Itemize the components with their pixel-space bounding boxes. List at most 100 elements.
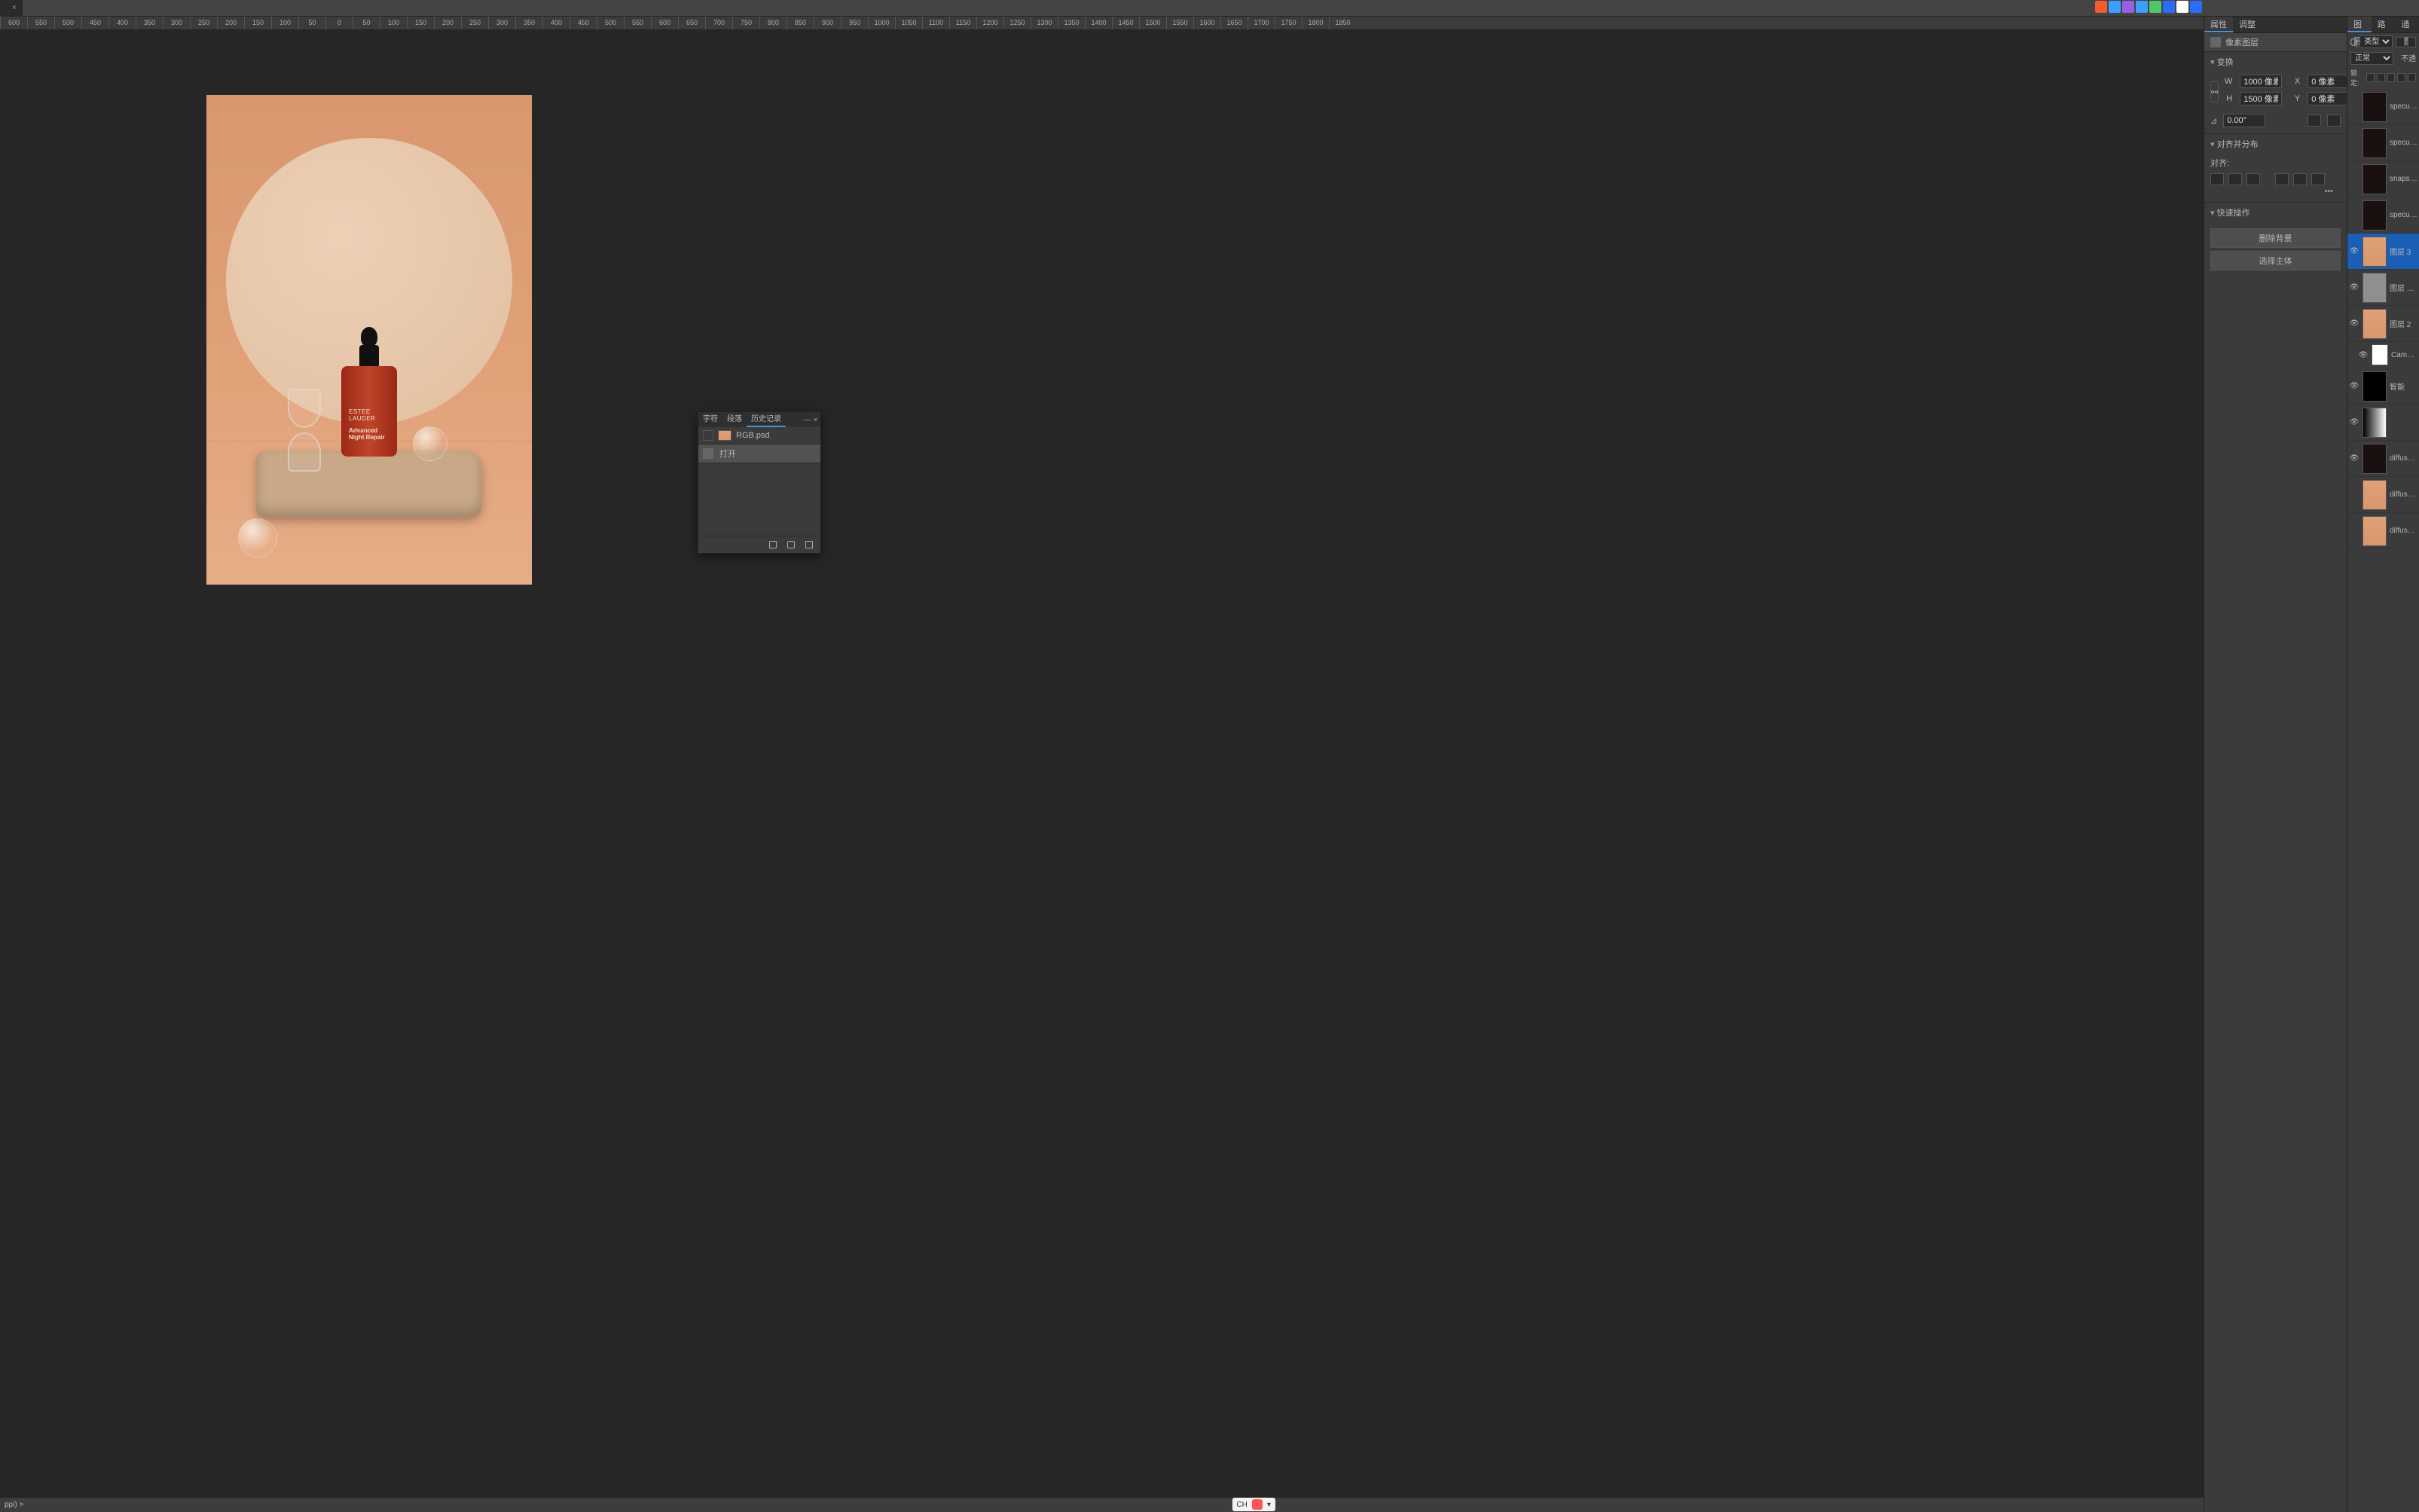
history-step[interactable]: 打开 (698, 444, 820, 463)
collapse-icon[interactable]: — (804, 412, 811, 427)
layer-item[interactable]: 👁 图层 2 拷 (2347, 270, 2419, 306)
layer-name[interactable]: specular_al (2390, 211, 2417, 219)
tab-paths[interactable]: 通道 (2395, 17, 2419, 32)
layer-name[interactable]: specular_in (2390, 102, 2417, 111)
delete-state-icon[interactable] (804, 539, 814, 550)
status-left[interactable]: ppi) > (5, 1501, 23, 1509)
layer-name[interactable]: diffuse_dir (2390, 490, 2417, 499)
section-quick-title[interactable]: 快速操作 (2204, 203, 2347, 222)
new-doc-from-state-icon[interactable] (768, 539, 778, 550)
layers-list[interactable]: specular_in specular_di snapshot 0 specular… (2347, 89, 2419, 1512)
tab-paragraph[interactable]: 段落 (722, 412, 747, 427)
layer-item[interactable]: specular_di (2347, 125, 2419, 161)
layer-item[interactable]: 👁 图层 3 (2347, 234, 2419, 270)
layer-filter-select[interactable]: 类型 (2359, 35, 2393, 48)
section-transform-title[interactable]: 变换 (2204, 52, 2347, 72)
lock-all-icon[interactable] (2408, 73, 2416, 82)
history-panel[interactable]: 字符 段落 历史记录 — × RGB.psd (698, 411, 821, 554)
tab-adjustments[interactable]: 调整 (2233, 17, 2262, 32)
layer-name[interactable]: diffuse_alb (2390, 527, 2417, 535)
remove-background-button[interactable]: 删除背景 (2210, 228, 2341, 248)
layer-thumbnail[interactable] (2362, 516, 2387, 546)
flip-vertical-icon[interactable] (2327, 115, 2341, 127)
visibility-toggle-icon[interactable]: 👁 (2349, 319, 2359, 328)
align-right-icon[interactable] (2246, 173, 2260, 185)
flip-horizontal-icon[interactable] (2308, 115, 2321, 127)
layer-thumbnail[interactable] (2362, 273, 2387, 303)
layer-name[interactable]: 图层 2 (2390, 318, 2417, 329)
link-wh-icon[interactable]: ⚯ (2210, 81, 2219, 102)
layer-name[interactable]: diffuse_ind (2390, 454, 2417, 463)
blend-mode-select[interactable]: 正常 (2350, 52, 2393, 65)
canvas-stage[interactable]: ESTEE LAUDER Advanced Night Repair 字符 段落… (0, 30, 2204, 1497)
tab-history[interactable]: 历史记录 (747, 412, 786, 427)
layer-thumbnail[interactable] (2362, 200, 2387, 231)
angle-input[interactable] (2223, 114, 2265, 127)
align-left-icon[interactable] (2210, 173, 2224, 185)
layer-item[interactable]: specular_in (2347, 89, 2419, 125)
align-hcenter-icon[interactable] (2228, 173, 2242, 185)
tab-character[interactable]: 字符 (698, 412, 722, 427)
layer-name[interactable]: snapshot 0 (2390, 175, 2417, 183)
select-subject-button[interactable]: 选择主体 (2210, 251, 2341, 270)
section-align-title[interactable]: 对齐并分布 (2204, 134, 2347, 154)
close-icon[interactable]: × (814, 412, 817, 427)
layer-thumbnail[interactable] (2362, 128, 2387, 158)
layer-thumbnail[interactable] (2372, 344, 2388, 365)
layer-item[interactable]: 👁 diffuse_ind (2347, 441, 2419, 477)
visibility-toggle-icon[interactable]: 👁 (2349, 454, 2359, 463)
layer-item[interactable]: diffuse_dir (2347, 477, 2419, 513)
layer-thumbnail[interactable] (2362, 371, 2387, 402)
layer-thumbnail[interactable] (2362, 408, 2387, 438)
layer-item[interactable]: 👁 (2347, 405, 2419, 441)
history-brush-icon[interactable] (703, 430, 713, 441)
layer-name[interactable]: 图层 3 (2390, 246, 2417, 257)
filter-adjust-icon[interactable] (2408, 37, 2416, 47)
layer-name[interactable]: Camera Raw (2391, 351, 2417, 359)
chevron-down-icon[interactable]: ▾ (1267, 1501, 1271, 1509)
layer-thumbnail[interactable] (2362, 164, 2387, 194)
layer-thumbnail[interactable] (2362, 444, 2387, 474)
visibility-toggle-icon[interactable]: 👁 (2349, 382, 2359, 390)
layer-item[interactable]: 👁 Camera Raw (2347, 342, 2419, 368)
layer-item[interactable]: 👁 智能 (2347, 368, 2419, 405)
ruler-tick: 1800 (1302, 17, 1329, 30)
lock-artboard-icon[interactable] (2397, 73, 2405, 82)
layer-thumbnail[interactable] (2362, 480, 2387, 510)
layer-thumbnail[interactable] (2362, 92, 2387, 122)
align-bottom-icon[interactable] (2311, 173, 2325, 185)
tab-channels[interactable]: 路径 (2372, 17, 2396, 32)
tab-layers[interactable]: 图层 (2347, 17, 2372, 32)
artwork-canvas[interactable]: ESTEE LAUDER Advanced Night Repair (206, 95, 532, 585)
layer-item[interactable]: specular_al (2347, 197, 2419, 234)
height-input[interactable] (2240, 92, 2282, 105)
layer-item[interactable]: diffuse_alb (2347, 513, 2419, 549)
document-tab[interactable]: × (0, 0, 23, 17)
layer-item[interactable]: snapshot 0 (2347, 161, 2419, 197)
layer-item[interactable]: 👁 图层 2 (2347, 306, 2419, 342)
filter-image-icon[interactable] (2396, 37, 2404, 47)
ime-indicator[interactable]: CH ▾ (1232, 1498, 1275, 1511)
layer-thumbnail[interactable] (2362, 309, 2387, 339)
close-icon[interactable]: × (12, 4, 17, 12)
new-snapshot-icon[interactable] (786, 539, 796, 550)
x-input[interactable] (2308, 75, 2350, 88)
lock-transparent-icon[interactable] (2366, 73, 2375, 82)
visibility-toggle-icon[interactable]: 👁 (2349, 247, 2359, 255)
history-snapshot-row[interactable]: RGB.psd (698, 427, 820, 444)
align-top-icon[interactable] (2275, 173, 2289, 185)
y-input[interactable] (2308, 92, 2350, 105)
tab-properties[interactable]: 属性 (2204, 17, 2233, 32)
visibility-toggle-icon[interactable]: 👁 (2349, 283, 2359, 292)
visibility-toggle-icon[interactable]: 👁 (2358, 351, 2369, 359)
lock-image-icon[interactable] (2377, 73, 2385, 82)
layer-thumbnail[interactable] (2362, 237, 2387, 267)
align-vcenter-icon[interactable] (2293, 173, 2307, 185)
more-options-icon[interactable]: ••• (2210, 187, 2341, 196)
lock-position-icon[interactable] (2387, 73, 2396, 82)
layer-name[interactable]: specular_di (2390, 139, 2417, 147)
layer-name[interactable]: 图层 2 拷 (2390, 282, 2417, 293)
layer-name[interactable]: 智能 (2390, 380, 2417, 392)
width-input[interactable] (2240, 75, 2282, 88)
visibility-toggle-icon[interactable]: 👁 (2349, 418, 2359, 426)
